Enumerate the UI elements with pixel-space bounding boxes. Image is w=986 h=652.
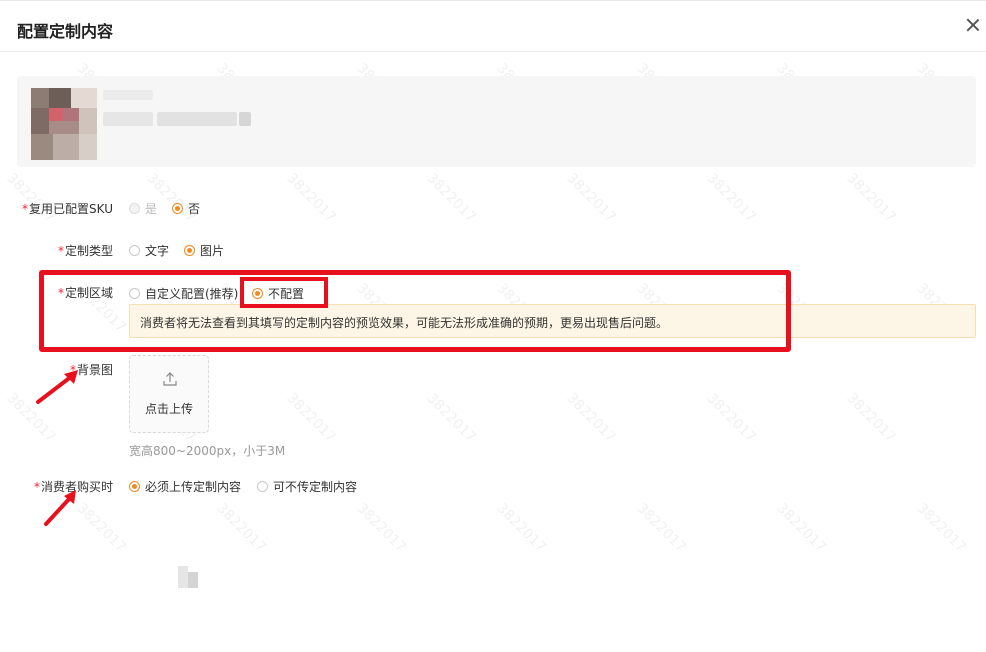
watermark-text: 3822017 (353, 500, 409, 556)
required-mark: * (22, 202, 29, 216)
background-upload-button[interactable]: 点击上传 (129, 355, 209, 433)
watermark-text: 3822017 (633, 500, 689, 556)
radio-label: 否 (188, 202, 201, 216)
watermark-text: 3822017 (283, 170, 339, 226)
reuse-sku-yes-radio[interactable]: 是 (129, 200, 157, 217)
watermark-text: 3822017 (563, 390, 619, 446)
dialog-title: 配置定制内容 (17, 22, 114, 41)
product-name-blur (239, 112, 251, 126)
product-name-blur (103, 90, 153, 100)
annotation-highlight-box-small (240, 277, 328, 308)
product-name-blur (103, 112, 153, 126)
watermark-text: 3822017 (423, 390, 479, 446)
watermark-text: 3822017 (423, 170, 479, 226)
radio-dot-checked (184, 245, 195, 256)
purchase-required-radio[interactable]: 必须上传定制内容 (129, 478, 241, 495)
product-name-blur (157, 112, 237, 126)
upload-icon (163, 372, 177, 386)
upload-label: 点击上传 (144, 402, 193, 416)
reuse-sku-label: *复用已配置SKU (22, 200, 113, 217)
close-icon[interactable] (964, 16, 982, 34)
watermark-text: 3822017 (773, 500, 829, 556)
watermark-text: 3822017 (3, 170, 59, 226)
radio-dot (129, 245, 140, 256)
dialog-header: 配置定制内容 (0, 4, 986, 52)
blurred-content (178, 566, 198, 588)
annotation-arrow (36, 370, 78, 404)
purchase-optional-radio[interactable]: 可不传定制内容 (257, 478, 357, 495)
radio-label: 必须上传定制内容 (145, 480, 242, 494)
annotation-highlight-box (39, 270, 791, 352)
radio-label: 文字 (145, 244, 170, 258)
watermark-text: 3822017 (213, 500, 269, 556)
product-card (17, 76, 976, 167)
custom-type-label-text: 定制类型 (64, 244, 113, 258)
upload-hint: 宽高800~2000px，小于3M (129, 444, 286, 458)
product-thumbnail (31, 88, 97, 160)
required-mark: * (33, 480, 40, 494)
annotation-arrow (44, 490, 76, 526)
watermark-text: 3822017 (913, 500, 969, 556)
watermark-text: 3822017 (703, 170, 759, 226)
custom-type-label: *定制类型 (58, 242, 113, 259)
radio-label: 图片 (200, 244, 225, 258)
custom-type-image-radio[interactable]: 图片 (184, 242, 224, 259)
reuse-sku-no-radio[interactable]: 否 (172, 200, 200, 217)
radio-label: 可不传定制内容 (273, 480, 358, 494)
watermark-text: 3822017 (843, 390, 899, 446)
radio-dot (129, 203, 140, 214)
watermark-text: 3822017 (843, 170, 899, 226)
radio-label: 是 (145, 202, 158, 216)
radio-dot (257, 481, 268, 492)
watermark-text: 3822017 (703, 390, 759, 446)
watermark-text: 3822017 (143, 170, 199, 226)
watermark-text: 3822017 (493, 500, 549, 556)
config-dialog: 3822017 3822017 3822017 3822017 3822017 38220… (0, 0, 986, 652)
radio-dot-checked (172, 203, 183, 214)
required-mark: * (57, 244, 64, 258)
custom-type-text-radio[interactable]: 文字 (129, 242, 169, 259)
watermark-text: 3822017 (563, 170, 619, 226)
reuse-sku-label-text: 复用已配置SKU (29, 202, 113, 216)
watermark-text: 3822017 (283, 390, 339, 446)
radio-dot-checked (129, 481, 140, 492)
